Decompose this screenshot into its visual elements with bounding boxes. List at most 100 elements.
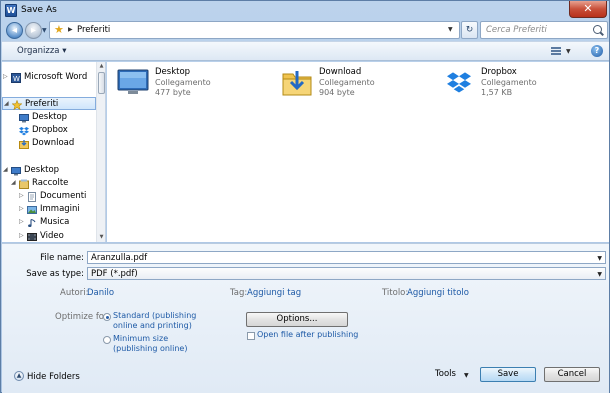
optimize-for-label: Optimize for: (55, 312, 111, 322)
title-bar: W Save As ✕ (1, 1, 609, 20)
navigation-pane: ▷ W Microsoft Word ◢ Preferiti Desktop Dropbox… (2, 62, 106, 242)
file-type: Collegamento (319, 78, 375, 87)
file-list: Desktop Collegamento 477 byte Download Colle… (107, 62, 609, 242)
star-icon (11, 99, 23, 111)
tags-field[interactable]: Aggiungi tag (247, 288, 301, 298)
cancel-button[interactable]: Cancel (544, 367, 600, 382)
expand-chevron-icon[interactable]: ▷ (19, 232, 24, 239)
download-folder-icon (281, 68, 313, 100)
dropbox-icon (19, 126, 29, 136)
address-dropdown-icon[interactable]: ▼ (448, 26, 453, 33)
libraries-icon (19, 179, 29, 189)
pictures-icon (27, 205, 37, 214)
expand-chevron-icon[interactable]: ▷ (19, 205, 24, 212)
file-name-dropdown-icon[interactable]: ▼ (597, 255, 602, 262)
expand-chevron-icon[interactable]: ◢ (4, 100, 9, 107)
music-icon (27, 218, 37, 227)
search-input[interactable]: Cerca Preferiti (480, 21, 608, 39)
file-tile-dropbox[interactable]: Dropbox Collegamento 1,57 KB (441, 67, 591, 103)
scroll-down-arrow[interactable]: ▼ (97, 233, 105, 242)
nav-item-label: Desktop (32, 112, 68, 122)
save-as-dialog: W Save As ✕ ◂ ▸ ▼ ★ ▶ Preferiti ▼ ↻ Cerc… (0, 0, 610, 393)
nav-item-immagini[interactable]: ▷ Immagini (2, 203, 96, 216)
scroll-thumb[interactable] (98, 72, 105, 94)
close-button[interactable]: ✕ (569, 1, 607, 18)
nav-item-raccolte[interactable]: ◢ Raccolte (2, 177, 96, 190)
nav-scrollbar[interactable]: ▲ ▼ (96, 62, 105, 242)
nav-item-preferiti[interactable]: ◢ Preferiti (2, 97, 96, 111)
expand-chevron-icon[interactable]: ▷ (19, 218, 24, 225)
expand-chevron-icon[interactable]: ◢ (11, 179, 16, 186)
optimize-minimum-radio[interactable] (103, 336, 111, 344)
file-name-field[interactable]: Aranzulla.pdf ▼ (87, 251, 606, 264)
file-tile-download[interactable]: Download Collegamento 904 byte (279, 67, 429, 103)
help-icon[interactable]: ? (591, 45, 603, 57)
nav-item-documenti[interactable]: ▷ Documenti (2, 190, 96, 203)
file-name: Dropbox (481, 67, 517, 77)
file-size: 904 byte (319, 88, 355, 97)
optimize-standard-label[interactable]: Standard (publishing online and printing… (113, 311, 198, 331)
refresh-button[interactable]: ↻ (461, 21, 478, 39)
open-after-publishing-checkbox[interactable] (247, 332, 255, 340)
dropbox-icon (447, 70, 471, 96)
file-tile-desktop[interactable]: Desktop Collegamento 477 byte (115, 67, 265, 103)
desktop-icon (19, 113, 29, 123)
file-type: Collegamento (481, 78, 537, 87)
save-button[interactable]: Save (480, 367, 536, 382)
nav-item-label: Documenti (40, 191, 87, 201)
file-size: 1,57 KB (481, 88, 513, 97)
file-name: Desktop (155, 67, 191, 77)
favorites-star-icon: ★ (54, 23, 64, 36)
hide-folders-icon[interactable]: ▲ (14, 371, 24, 381)
file-name-value: Aranzulla.pdf (91, 253, 148, 263)
optimize-minimum-label[interactable]: Minimum size (publishing online) (113, 334, 188, 354)
scroll-up-arrow[interactable]: ▲ (97, 62, 105, 71)
nav-item-label: Video (40, 231, 64, 241)
views-dropdown-icon[interactable]: ▼ (566, 48, 571, 55)
organize-menu-button[interactable]: Organizza ▾ (17, 46, 67, 56)
nav-item-desktop[interactable]: Desktop (2, 111, 96, 124)
open-after-publishing-label[interactable]: Open file after publishing (257, 330, 358, 339)
nav-item-video[interactable]: ▷ Video (2, 230, 96, 242)
address-bar[interactable]: ★ ▶ Preferiti ▼ (49, 21, 460, 39)
nav-item-label: Dropbox (32, 125, 68, 135)
save-as-type-value: PDF (*.pdf) (91, 269, 138, 279)
save-as-type-dropdown-icon[interactable]: ▼ (597, 271, 602, 278)
authors-value[interactable]: Danilo (87, 288, 114, 298)
desktop-shortcut-icon (117, 68, 149, 98)
save-as-type-select[interactable]: PDF (*.pdf) ▼ (87, 267, 606, 280)
breadcrumb-favorites[interactable]: Preferiti (77, 25, 110, 35)
nav-item-label: Preferiti (25, 99, 59, 109)
back-button[interactable]: ◂ (6, 22, 23, 39)
nav-item-label: Immagini (40, 204, 80, 214)
nav-item-microsoft-word[interactable]: ▷ W Microsoft Word (2, 71, 96, 84)
save-options-panel: File name: Aranzulla.pdf ▼ Save as type:… (2, 243, 609, 393)
recent-pages-dropdown[interactable]: ▼ (42, 27, 47, 34)
tools-dropdown-icon[interactable]: ▼ (464, 372, 469, 379)
save-as-type-label: Save as type: (26, 269, 84, 279)
nav-item-dropbox[interactable]: Dropbox (2, 124, 96, 137)
options-button[interactable]: Options... (246, 312, 348, 327)
tools-menu[interactable]: Tools (435, 369, 456, 379)
word-app-icon: W (5, 4, 17, 17)
nav-item-musica[interactable]: ▷ Musica (2, 216, 96, 229)
search-placeholder: Cerca Preferiti (486, 25, 547, 35)
hide-folders-button[interactable]: Hide Folders (27, 372, 80, 382)
change-view-icon[interactable] (551, 47, 561, 56)
video-icon (27, 232, 37, 241)
title-label: Titolo: (382, 288, 409, 298)
expand-chevron-icon[interactable]: ▷ (3, 73, 8, 80)
optimize-standard-radio[interactable] (103, 313, 111, 321)
word-icon: W (11, 73, 21, 83)
breadcrumb-chevron-icon[interactable]: ▶ (68, 26, 73, 33)
nav-item-download[interactable]: Download (2, 137, 96, 150)
nav-item-desktop[interactable]: ◢ Desktop (2, 164, 96, 177)
download-icon (19, 139, 29, 149)
desktop-icon (11, 166, 21, 176)
expand-chevron-icon[interactable]: ▷ (19, 192, 24, 199)
window-title: Save As (21, 5, 57, 15)
command-bar: Organizza ▾ ▼ ? (2, 41, 609, 61)
expand-chevron-icon[interactable]: ◢ (3, 166, 8, 173)
forward-button[interactable]: ▸ (25, 22, 42, 39)
title-field[interactable]: Aggiungi titolo (407, 288, 469, 298)
